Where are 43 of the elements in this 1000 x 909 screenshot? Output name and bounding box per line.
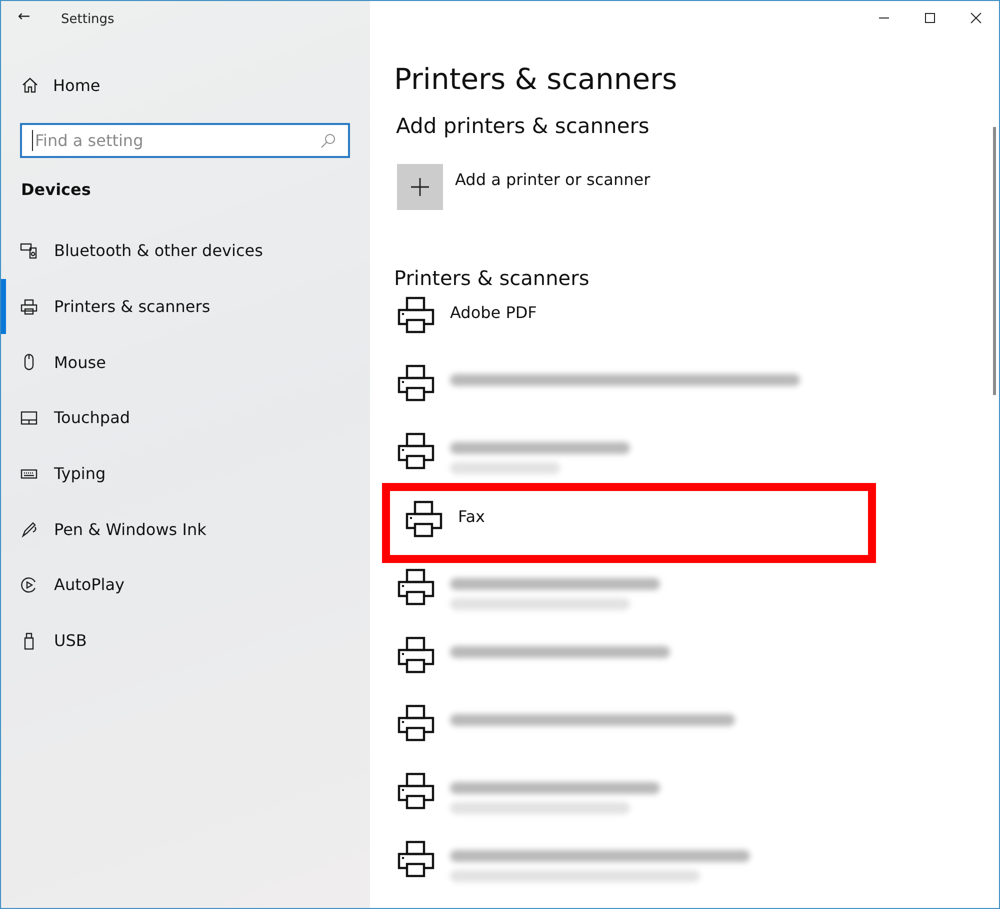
nav-item[interactable]: Bluetooth & other devices <box>1 223 370 279</box>
nav-item[interactable]: Printers & scanners <box>1 278 370 334</box>
printer-icon <box>397 636 435 674</box>
printer-icon <box>20 298 38 316</box>
printer-name: Fax <box>458 507 486 526</box>
printer-icon <box>397 296 435 334</box>
printer-icon <box>397 704 435 742</box>
nav-item[interactable]: AutoPlay <box>1 557 370 613</box>
printer-icon <box>397 772 435 810</box>
home-icon <box>21 76 39 94</box>
pen-icon <box>20 520 38 538</box>
section-heading: Add printers & scanners <box>396 114 650 138</box>
close-icon <box>970 12 982 24</box>
devices-icon <box>20 242 38 260</box>
nav-item[interactable]: Pen & Windows Ink <box>1 501 370 558</box>
search-field[interactable]: Find a setting <box>20 123 350 158</box>
nav-item[interactable]: Touchpad <box>1 390 370 446</box>
section-heading: Devices <box>21 180 92 199</box>
printer-icon <box>397 568 435 606</box>
touchpad-icon <box>20 408 38 427</box>
nav-item[interactable]: Typing <box>1 446 370 502</box>
back-button[interactable]: ← <box>1 7 47 25</box>
scrollbar[interactable] <box>993 127 996 395</box>
plus-icon <box>410 177 430 197</box>
printer-icon <box>397 840 435 878</box>
printer-item[interactable]: Adobe PDF <box>394 296 999 364</box>
printer-icon <box>405 500 443 538</box>
printer-item[interactable]: Fax <box>402 500 868 555</box>
nav-item[interactable]: Mouse <box>1 334 370 390</box>
section-heading: Printers & scanners <box>394 266 590 290</box>
autoplay-icon <box>20 576 38 594</box>
printer-name: Adobe PDF <box>450 303 537 322</box>
search-input[interactable]: Find a setting <box>32 130 320 151</box>
printer-icon <box>397 432 435 470</box>
window-title: Settings <box>61 12 114 26</box>
add-button[interactable] <box>397 164 443 210</box>
page-title: Printers & scanners <box>394 62 678 96</box>
add-printer-label[interactable]: Add a printer or scanner <box>455 170 650 189</box>
nav-item[interactable]: USB <box>1 612 370 668</box>
printer-icon <box>397 364 435 402</box>
search-icon <box>320 132 336 148</box>
home-link[interactable]: Home <box>21 65 370 105</box>
maximize-icon <box>924 12 936 24</box>
